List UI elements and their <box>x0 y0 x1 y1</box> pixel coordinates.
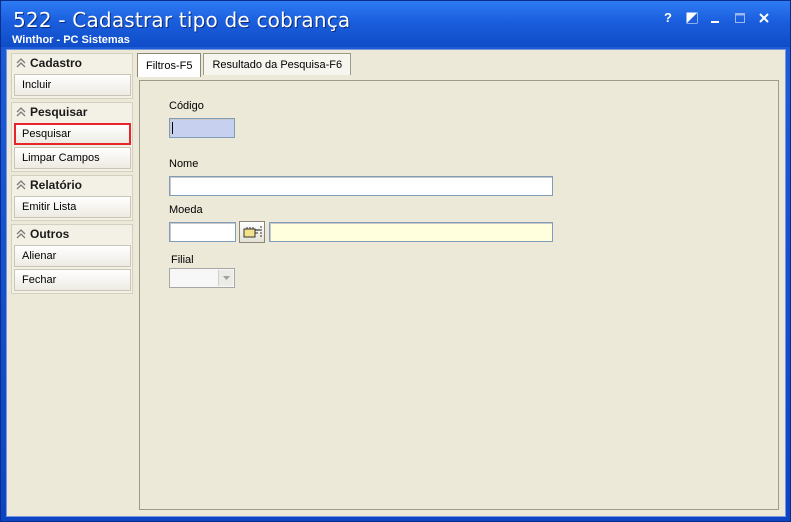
group-title: Pesquisar <box>30 105 88 119</box>
text-caret <box>172 122 173 134</box>
filial-dropdown-button[interactable] <box>218 270 233 286</box>
group-header-pesquisar[interactable]: Pesquisar <box>12 103 132 121</box>
incluir-button[interactable]: Incluir <box>14 74 131 96</box>
restore-icon <box>686 12 698 24</box>
window-controls: ? <box>656 9 776 27</box>
sidebar-group-pesquisar: Pesquisar Pesquisar Limpar Campos <box>11 102 133 172</box>
maximize-icon <box>735 13 745 23</box>
chevron-up-icon <box>16 180 26 190</box>
minimize-button[interactable] <box>704 9 728 27</box>
restore-button[interactable] <box>680 9 704 27</box>
emitir-lista-button[interactable]: Emitir Lista <box>14 196 131 218</box>
codigo-field[interactable] <box>169 118 235 138</box>
moeda-description-field[interactable] <box>269 222 553 242</box>
group-header-cadastro[interactable]: Cadastro <box>12 54 132 72</box>
chevron-down-icon <box>223 276 230 280</box>
moeda-lookup-button[interactable] <box>239 221 265 243</box>
moeda-code-field[interactable] <box>169 222 236 242</box>
chevron-up-icon <box>16 107 26 117</box>
group-title: Relatório <box>30 178 83 192</box>
filial-label: Filial <box>171 254 194 266</box>
group-title: Cadastro <box>30 56 83 70</box>
window-subtitle: Winthor - PC Sistemas <box>12 34 130 46</box>
client-area: Cadastro Incluir Pesquisar Pesquisar Lim… <box>6 49 786 517</box>
filial-select[interactable] <box>169 268 235 288</box>
chevron-up-icon <box>16 58 26 68</box>
close-icon <box>759 13 769 23</box>
filters-panel: Código Nome Moeda Filial <box>139 80 779 510</box>
title-bar[interactable]: 522 - Cadastrar tipo de cobrança Winthor… <box>1 1 790 47</box>
limpar-campos-button[interactable]: Limpar Campos <box>14 147 131 169</box>
maximize-button[interactable] <box>728 9 752 27</box>
help-button[interactable]: ? <box>656 9 680 27</box>
minimize-icon <box>711 21 719 23</box>
app-window: 522 - Cadastrar tipo de cobrança Winthor… <box>0 0 791 522</box>
group-title: Outros <box>30 227 70 241</box>
tab-resultado-pesquisa[interactable]: Resultado da Pesquisa-F6 <box>203 53 352 75</box>
nome-label: Nome <box>169 158 199 170</box>
pesquisar-button[interactable]: Pesquisar <box>14 123 131 145</box>
moeda-label: Moeda <box>169 204 203 216</box>
tab-strip: Filtros-F5 Resultado da Pesquisa-F6 <box>137 53 353 77</box>
close-button[interactable] <box>752 9 776 27</box>
group-header-outros[interactable]: Outros <box>12 225 132 243</box>
pointing-hand-icon <box>243 226 262 238</box>
sidebar-group-relatorio: Relatório Emitir Lista <box>11 175 133 221</box>
codigo-label: Código <box>169 100 204 112</box>
fechar-button[interactable]: Fechar <box>14 269 131 291</box>
group-header-relatorio[interactable]: Relatório <box>12 176 132 194</box>
chevron-up-icon <box>16 229 26 239</box>
sidebar: Cadastro Incluir Pesquisar Pesquisar Lim… <box>11 53 133 297</box>
tab-filtros[interactable]: Filtros-F5 <box>137 53 202 77</box>
sidebar-group-outros: Outros Alienar Fechar <box>11 224 133 294</box>
sidebar-group-cadastro: Cadastro Incluir <box>11 53 133 99</box>
nome-field[interactable] <box>169 176 553 196</box>
window-title: 522 - Cadastrar tipo de cobrança <box>13 8 351 32</box>
alienar-button[interactable]: Alienar <box>14 245 131 267</box>
